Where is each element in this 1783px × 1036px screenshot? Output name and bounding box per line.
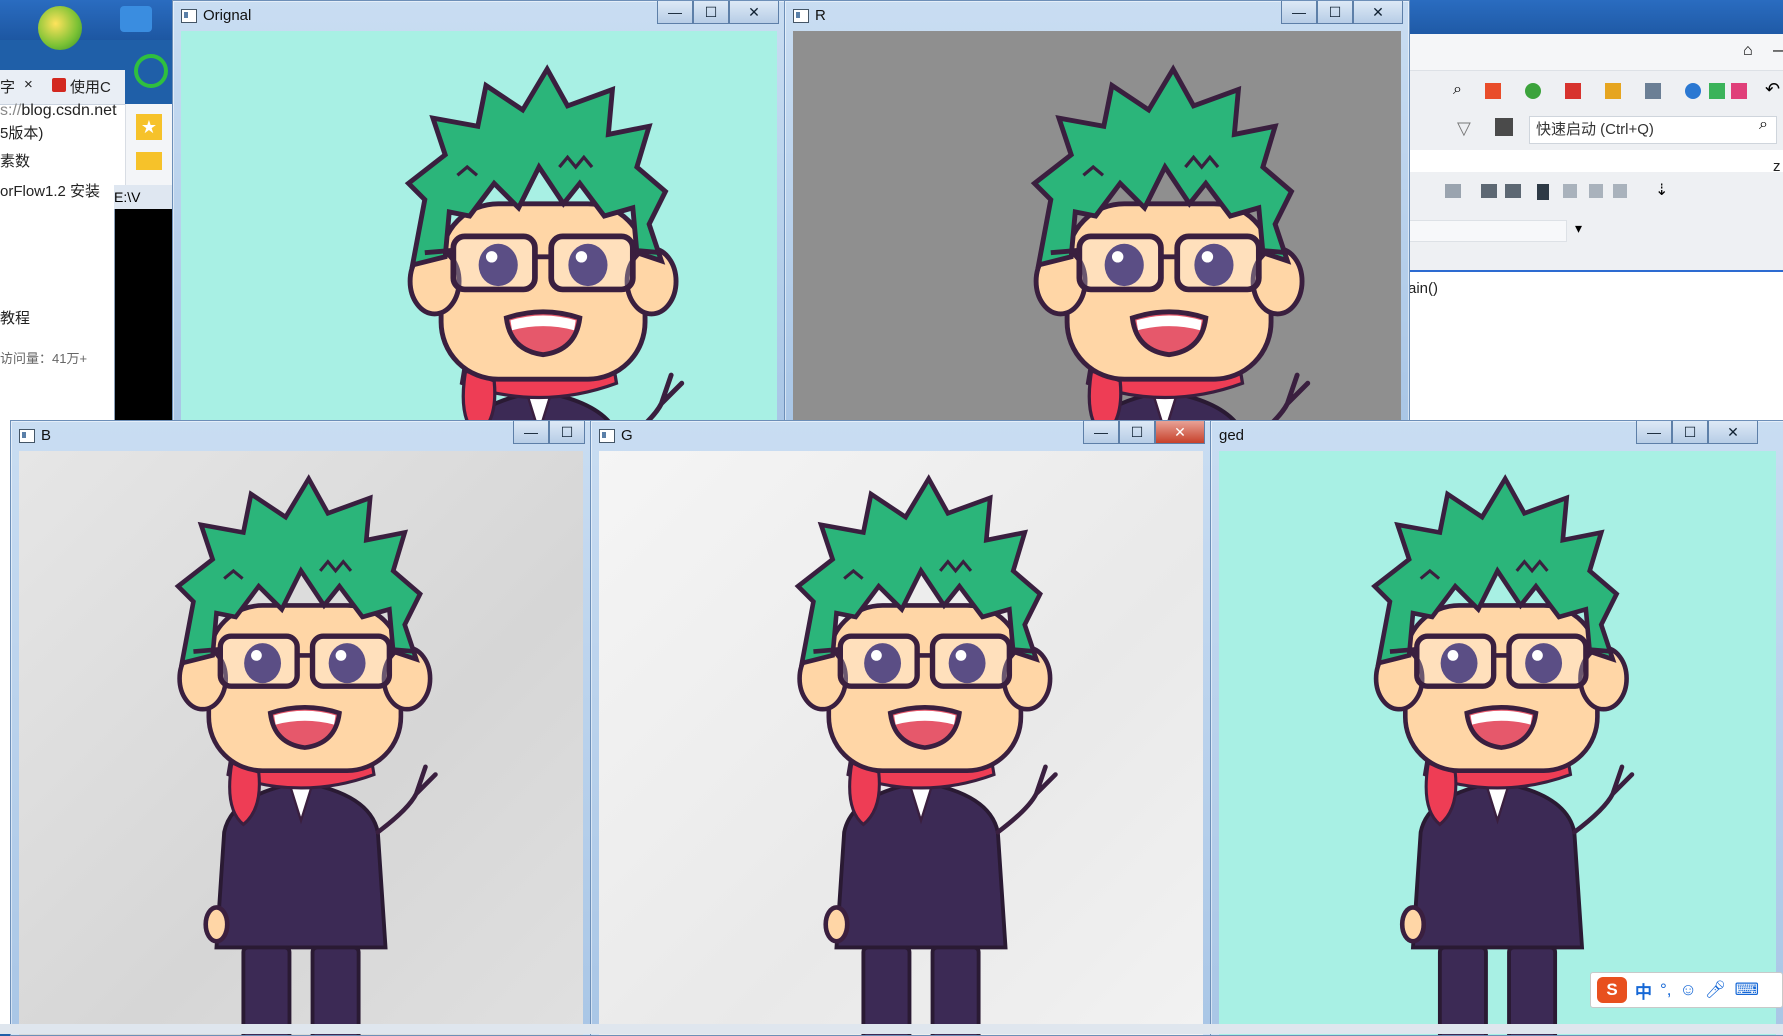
browser-tab-1[interactable]: 字	[0, 76, 15, 97]
app-mail-icon[interactable]	[120, 6, 152, 32]
window-title: ged	[1219, 427, 1245, 444]
csdn-icon	[52, 78, 66, 92]
window-icon	[181, 8, 197, 23]
folder-icon[interactable]	[136, 152, 162, 170]
microphone-icon[interactable]: 🎤︎	[1705, 980, 1727, 1000]
vs-quick-launch-bar: ▽ 快速启动 (Ctrl+Q) ⌕	[1405, 110, 1783, 150]
window-title: R	[815, 7, 826, 24]
close-icon[interactable]: ×	[24, 76, 33, 93]
maximize-button[interactable]: ☐	[549, 421, 585, 444]
close-button[interactable]: ✕	[1353, 1, 1403, 24]
toolbar-icon[interactable]	[1685, 83, 1701, 99]
image-merged: .hair{fill:#2bb57a;stroke:#3a1f3f;stroke…	[1219, 451, 1776, 1035]
toolbar-icon[interactable]	[1563, 184, 1577, 198]
vs-edit-toolbar: ⇣	[1405, 172, 1783, 212]
list-item[interactable]: 5版本)	[0, 122, 43, 143]
chevron-down-icon[interactable]: ▾	[1575, 220, 1582, 237]
minimize-button[interactable]: —	[1636, 421, 1672, 444]
dash-icon[interactable]: —	[1773, 42, 1783, 60]
close-button[interactable]: ✕	[1708, 421, 1758, 444]
ime-toolbar[interactable]: S 中 °, ☺ 🎤︎ ⌨	[1590, 972, 1783, 1008]
toolbar-icon[interactable]	[1525, 83, 1541, 99]
window-original[interactable]: Orignal — ☐ ✕ .hair{fill:#2bb57a;stroke:…	[172, 0, 786, 422]
indent-icon[interactable]	[1481, 184, 1497, 198]
maximize-button[interactable]: ☐	[1119, 421, 1155, 444]
console-title: E:\V	[114, 185, 174, 209]
team-icon[interactable]	[1495, 118, 1513, 136]
browser-tab-2[interactable]: 使用C	[70, 76, 111, 97]
maximize-button[interactable]: ☐	[693, 1, 729, 24]
toolbar-icon[interactable]	[1613, 184, 1627, 198]
filter-icon[interactable]: ▽	[1457, 118, 1471, 139]
list-item[interactable]: orFlow1.2 安装	[0, 180, 100, 201]
pin-icon[interactable]: ⌂	[1743, 42, 1753, 60]
bookmark-icon[interactable]	[1537, 184, 1549, 200]
chevron-down-icon[interactable]: ⇣	[1655, 180, 1668, 200]
image-r-channel: .hair{fill:#2a2a2a;stroke:#111;stroke-wi…	[793, 31, 1401, 421]
toolbar-icon[interactable]	[1485, 83, 1501, 99]
toolbar-icon[interactable]	[1565, 83, 1581, 99]
sogou-logo-icon: S	[1597, 977, 1627, 1003]
window-g[interactable]: G — ☐ ✕ .hair{fill:#bdbdbd;stroke:#1a1a1…	[590, 420, 1212, 1036]
minimize-button[interactable]: —	[513, 421, 549, 444]
search-icon[interactable]: ⌕	[1453, 81, 1462, 99]
window-title: B	[41, 427, 52, 444]
minimize-button[interactable]: —	[1083, 421, 1119, 444]
taskbar	[0, 1024, 1783, 1034]
image-original: .hair{fill:#2bb57a;stroke:#3a1f3f;stroke…	[181, 31, 777, 421]
toolbar-icon[interactable]	[1731, 83, 1747, 99]
toolbar-icon[interactable]	[1589, 184, 1603, 198]
list-item[interactable]: 教程	[0, 307, 30, 328]
undo-icon[interactable]: ↶	[1765, 79, 1780, 100]
browser-tabbar: 字 × 使用C	[0, 70, 125, 105]
window-title: G	[621, 427, 633, 444]
image-g-channel: .hair{fill:#bdbdbd;stroke:#1a1a1a;stroke…	[599, 451, 1203, 1035]
window-title: Orignal	[203, 7, 252, 24]
close-button[interactable]: ✕	[729, 1, 779, 24]
console-window[interactable]	[114, 185, 176, 457]
smiley-icon[interactable]: ☺	[1680, 980, 1697, 1000]
maximize-button[interactable]: ☐	[1672, 421, 1708, 444]
vs-toolbar: ⌕ ↶	[1405, 70, 1783, 111]
ie-icon[interactable]	[134, 54, 168, 88]
maximize-button[interactable]: ☐	[1317, 1, 1353, 24]
ime-mode-chinese[interactable]: 中	[1635, 978, 1652, 1003]
image-b-channel: .hair{fill:#6a6a6a;stroke:#222;stroke-wi…	[19, 451, 583, 1035]
browser-url[interactable]: s://blog.csdn.net	[0, 102, 117, 120]
window-b[interactable]: B — ☐ .hair{fill:#6a6a6a;stroke:#222;str…	[10, 420, 592, 1036]
vs-nav-bar: ▾	[1405, 212, 1783, 272]
app-360-icon[interactable]	[38, 6, 82, 50]
view-count: 访问量：41万+	[0, 351, 88, 366]
list-item[interactable]: 素数	[0, 150, 30, 171]
minimize-button[interactable]: —	[657, 1, 693, 24]
close-button[interactable]: ✕	[1155, 421, 1205, 444]
toolbar-icon[interactable]	[1645, 83, 1661, 99]
keyboard-icon[interactable]: ⌨	[1734, 980, 1759, 1000]
window-icon	[793, 8, 809, 23]
favorites-star-icon[interactable]: ★	[136, 114, 162, 140]
toolbar-icon[interactable]	[1445, 184, 1461, 198]
window-icon	[19, 428, 35, 443]
window-merged[interactable]: ged — ☐ ✕ .hair{fill:#2bb57a;stroke:#3a1…	[1210, 420, 1783, 1036]
toolbar-icon[interactable]	[1605, 83, 1621, 99]
outdent-icon[interactable]	[1505, 184, 1521, 198]
code-line: ain()	[1408, 280, 1439, 297]
vs-titlebar: ⌂ —	[1405, 34, 1783, 70]
scope-dropdown[interactable]	[1405, 220, 1567, 242]
window-icon	[599, 428, 615, 443]
ime-punctuation[interactable]: °,	[1660, 980, 1672, 1000]
minimize-button[interactable]: —	[1281, 1, 1317, 24]
search-icon[interactable]: ⌕	[1759, 116, 1768, 134]
toolbar-icon[interactable]	[1709, 83, 1725, 99]
quick-launch-input[interactable]: 快速启动 (Ctrl+Q)	[1529, 116, 1777, 144]
window-r[interactable]: R — ☐ ✕ .hair{fill:#2a2a2a;stroke:#111;s…	[784, 0, 1410, 422]
